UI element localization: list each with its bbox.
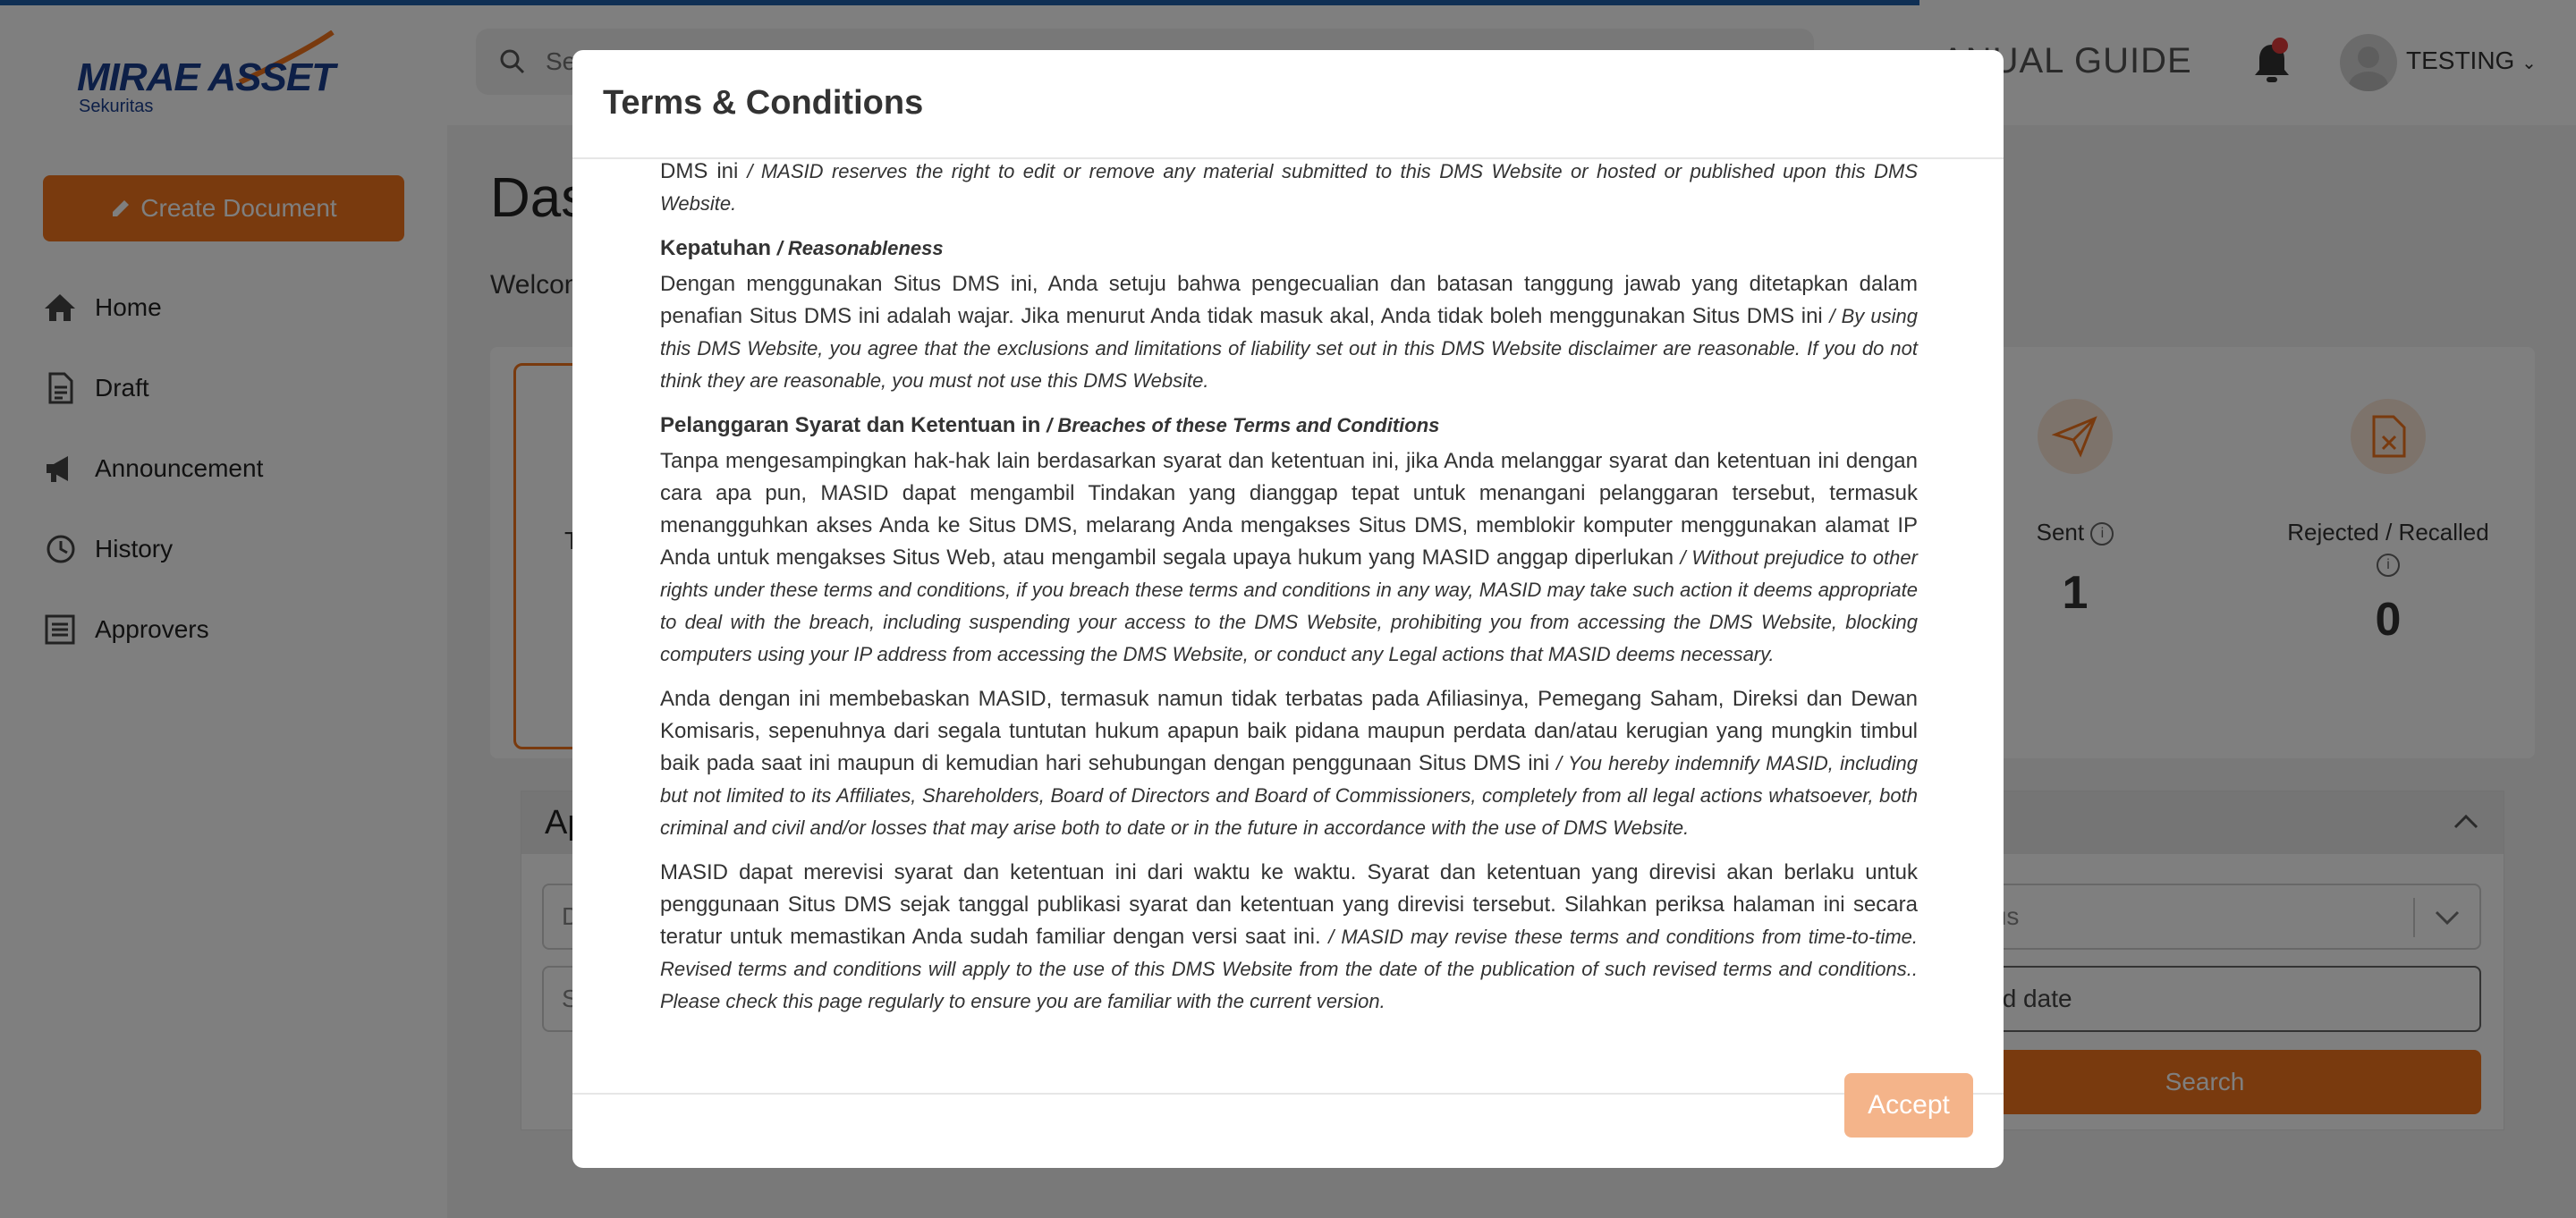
section-heading: Pelanggaran Syarat dan Ketentuan in / Br… bbox=[660, 413, 1440, 437]
accept-button[interactable]: Accept bbox=[1844, 1073, 1973, 1138]
terms-scroll-area[interactable]: DMS ini / MASID reserves the right to ed… bbox=[572, 159, 2004, 1093]
section-heading: Kepatuhan / Reasonableness bbox=[660, 236, 944, 260]
terms-modal: Terms & Conditions DMS ini / MASID reser… bbox=[572, 50, 2004, 1168]
modal-footer-divider bbox=[572, 1093, 2004, 1095]
terms-paragraph: DMS ini / MASID reserves the right to ed… bbox=[660, 159, 1918, 215]
terms-paragraph: Anda dengan ini membebaskan MASID, terma… bbox=[660, 687, 1918, 839]
modal-title: Terms & Conditions bbox=[603, 84, 924, 122]
terms-paragraph: MASID dapat merevisi syarat dan ketentua… bbox=[660, 860, 1919, 1012]
terms-paragraph: Dengan menggunakan Situs DMS ini, Anda s… bbox=[660, 272, 1918, 392]
terms-paragraph: Tanpa mengesampingkan hak-hak lain berda… bbox=[660, 449, 1918, 665]
terms-content: DMS ini / MASID reserves the right to ed… bbox=[660, 159, 1918, 1030]
